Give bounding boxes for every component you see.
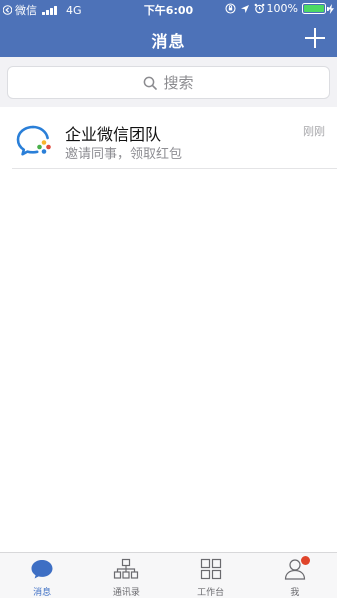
battery-percent: 100%: [266, 2, 298, 15]
tab-workbench[interactable]: 工作台: [169, 553, 253, 598]
tab-me[interactable]: 我: [253, 553, 337, 598]
top-bar: 微信 4G 下午6:00 100% 消息: [0, 0, 337, 57]
conversation-name: 企业微信团队: [65, 125, 162, 144]
battery-icon: [302, 3, 329, 14]
status-bar: 微信 4G 下午6:00 100%: [0, 0, 337, 19]
divider: [12, 168, 337, 169]
orientation-lock-icon: [224, 3, 236, 14]
tab-bar: 消息 通讯录 工作台 我: [0, 552, 337, 598]
tab-label: 消息: [33, 588, 52, 598]
tab-messages[interactable]: 消息: [0, 553, 84, 598]
location-arrow-icon: [240, 4, 249, 13]
grid-icon: [200, 558, 221, 580]
search-icon: [144, 76, 158, 90]
tab-label: 我: [290, 588, 300, 598]
search-input[interactable]: 搜索: [7, 66, 330, 99]
search-area: 搜索: [0, 57, 337, 107]
list-item[interactable]: 企业微信团队 邀请同事，领取红包 刚刚: [0, 107, 337, 169]
notification-badge: [300, 556, 310, 565]
search-placeholder: 搜索: [163, 74, 194, 92]
conversation-time: 刚刚: [303, 125, 325, 138]
chat-bubble-icon: [31, 560, 53, 579]
tab-label: 工作台: [197, 588, 225, 598]
tab-label: 通讯录: [112, 588, 140, 598]
tab-contacts[interactable]: 通讯录: [84, 553, 168, 598]
org-chart-icon: [114, 558, 139, 579]
page-title: 消息: [151, 32, 186, 51]
wecom-logo-icon: [16, 125, 51, 156]
plus-icon[interactable]: [305, 28, 325, 48]
conversation-preview: 邀请同事，领取红包: [65, 147, 183, 162]
alarm-icon: [254, 3, 264, 14]
